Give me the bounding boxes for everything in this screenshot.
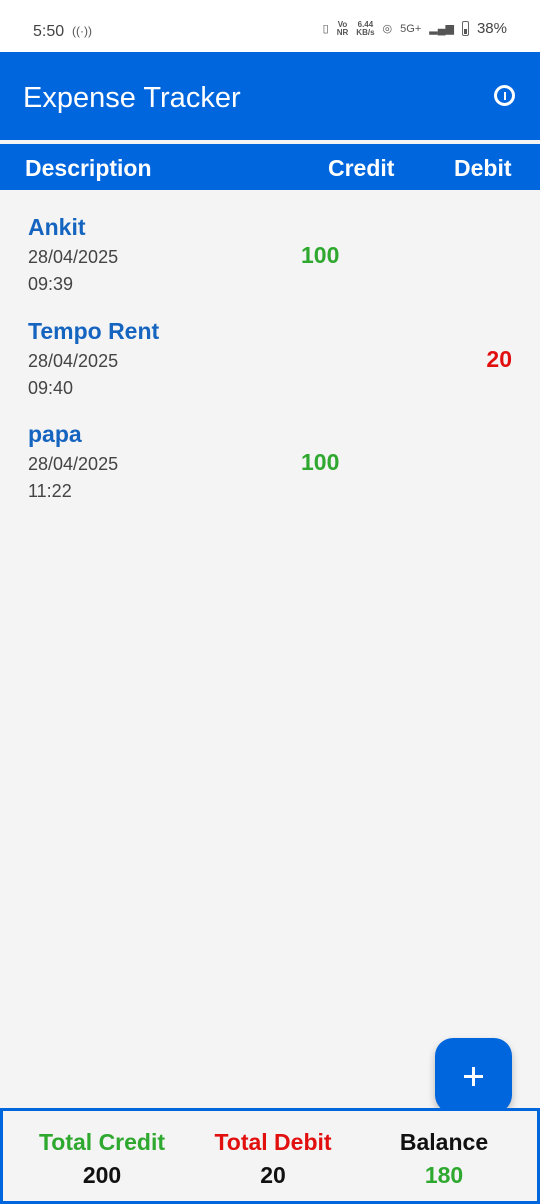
info-icon[interactable] [494,85,515,106]
network-type: 5G+ [400,22,422,35]
transaction-name: papa [28,421,82,447]
status-time: 5:50 [33,23,65,40]
network-speed: 6.44 KB/s [356,19,375,37]
battery-percent: 38% [476,20,507,37]
transaction-name: Tempo Rent [28,317,160,344]
signal-icon: ▂▄▆ [429,23,454,35]
total-credit-section: Total Credit 200 [12,1129,192,1189]
transaction-debit: 20 [486,345,512,372]
total-debit-value: 20 [260,1162,286,1188]
total-debit-label: Total Debit [214,1129,332,1155]
total-credit-value: 200 [82,1162,122,1188]
transaction-row[interactable]: Ankit 28/04/2025 09:39 100 [0,190,540,294]
transaction-list: Ankit 28/04/2025 09:39 100 Tempo Rent 28… [0,190,540,501]
transaction-name: Ankit [28,214,86,240]
total-debit-section: Total Debit 20 [183,1129,363,1189]
transaction-date: 28/04/2025 [28,247,119,267]
hotspot-icon: ((·)) [72,24,92,38]
app-title: Expense Tracker [23,82,241,114]
status-icons: ▯ Vo NR 6.44 KB/s ◎ 5G+ ▂▄▆ 38% [323,20,507,37]
transaction-time: 09:40 [28,377,74,398]
total-credit-label: Total Credit [38,1129,166,1155]
transaction-time: 09:39 [28,274,74,294]
balance-label: Balance [399,1129,489,1155]
transaction-row[interactable]: papa 28/04/2025 11:22 100 [0,397,540,501]
balance-value: 180 [424,1162,464,1188]
totals-bar: Total Credit 200 Total Debit 20 Balance … [0,1108,540,1204]
add-transaction-button[interactable] [435,1038,512,1113]
header-description: Description [25,155,152,181]
battery-icon [461,21,469,36]
transaction-date: 28/04/2025 [28,350,119,371]
transaction-time: 11:22 [28,481,72,501]
status-bar: 5:50 ((·)) ▯ Vo NR 6.44 KB/s ◎ 5G+ ▂▄▆ 38… [0,0,540,52]
transaction-row[interactable]: Tempo Rent 28/04/2025 09:40 20 [0,294,540,398]
transaction-credit: 100 [301,242,340,268]
app-bar: Expense Tracker [0,52,540,140]
table-header: Description Credit Debit [0,144,540,190]
wifi-calling-icon: ◎ [382,23,393,35]
vibrate-icon: ▯ [322,23,329,35]
header-debit: Debit [454,155,512,181]
vonr-icon: Vo NR [336,19,349,37]
transaction-credit: 100 [301,449,340,475]
balance-section: Balance 180 [354,1129,534,1189]
header-credit: Credit [328,155,395,181]
transaction-date: 28/04/2025 [28,454,119,474]
